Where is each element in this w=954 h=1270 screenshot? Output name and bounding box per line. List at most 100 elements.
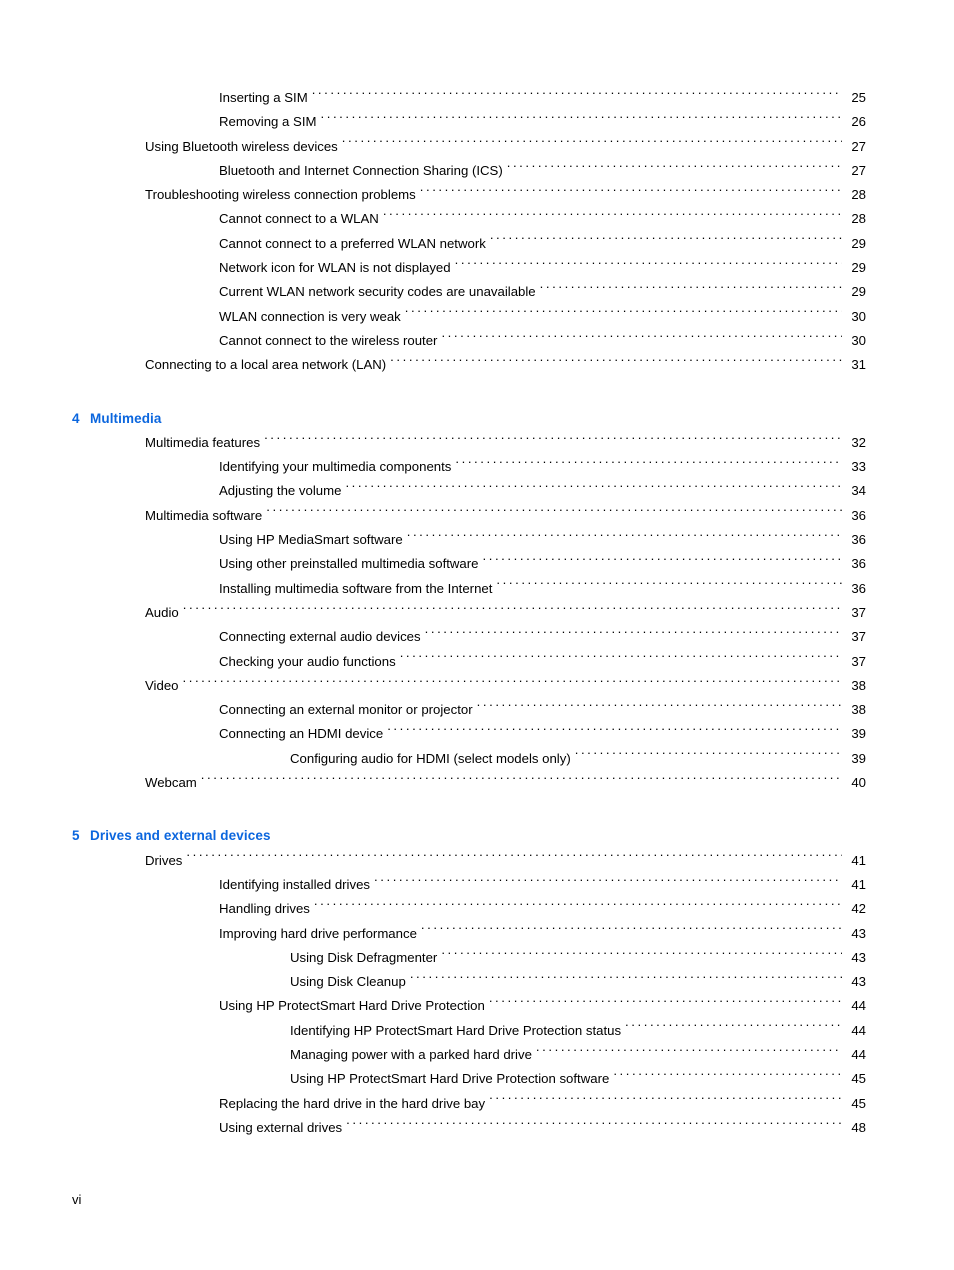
dot-leader (455, 259, 842, 272)
toc-entry[interactable]: Improving hard drive performance 43 (72, 922, 866, 946)
toc-entry[interactable]: Current WLAN network security codes are … (72, 280, 866, 304)
toc-entry-page-number: 43 (851, 949, 866, 965)
dot-leader (201, 774, 842, 787)
toc-entry[interactable]: Replacing the hard drive in the hard dri… (72, 1092, 866, 1116)
toc-entry[interactable]: Connecting an external monitor or projec… (72, 698, 866, 722)
dot-leader (507, 162, 842, 175)
toc-entry-title: Identifying your multimedia components (219, 459, 452, 475)
toc-entry-page-number: 48 (851, 1119, 866, 1135)
toc-entry[interactable]: Webcam 40 (72, 771, 866, 795)
toc-entry-page-number: 45 (851, 1071, 866, 1087)
dot-leader (477, 701, 842, 714)
toc-entry[interactable]: Video 38 (72, 674, 866, 698)
toc-entry[interactable]: Using Bluetooth wireless devices 27 (72, 135, 866, 159)
toc-entry-title: Connecting an external monitor or projec… (219, 702, 473, 718)
toc-entry[interactable]: Inserting a SIM 25 (72, 86, 866, 110)
toc-entry-title: Improving hard drive performance (219, 925, 417, 941)
dot-leader (342, 137, 842, 150)
toc-entry-page-number: 31 (851, 357, 866, 373)
toc-entry[interactable]: Network icon for WLAN is not displayed 29 (72, 256, 866, 280)
toc-entry-title: Cannot connect to a preferred WLAN netwo… (219, 235, 486, 251)
toc-entry[interactable]: Cannot connect to the wireless router 30 (72, 329, 866, 353)
toc-entry[interactable]: Cannot connect to a preferred WLAN netwo… (72, 232, 866, 256)
toc-entry[interactable]: Identifying HP ProtectSmart Hard Drive P… (72, 1019, 866, 1043)
toc-entry[interactable]: Managing power with a parked hard drive 4… (72, 1043, 866, 1067)
toc-entry[interactable]: Connecting to a local area network (LAN)… (72, 353, 866, 377)
toc-entry[interactable]: Cannot connect to a WLAN 28 (72, 207, 866, 231)
toc-entry-page-number: 38 (851, 702, 866, 718)
toc-entry[interactable]: Removing a SIM 26 (72, 110, 866, 134)
toc-entry-page-number: 36 (851, 507, 866, 523)
toc-entry-title: Cannot connect to a WLAN (219, 211, 379, 227)
dot-leader (183, 604, 842, 617)
toc-entry-title: Drives (145, 852, 183, 868)
toc-entry-page-number: 42 (851, 901, 866, 917)
toc-entry[interactable]: Using HP ProtectSmart Hard Drive Protect… (72, 994, 866, 1018)
toc-entry-title: Installing multimedia software from the … (219, 580, 493, 596)
toc-entry-page-number: 32 (851, 434, 866, 450)
toc-entry[interactable]: Connecting external audio devices 37 (72, 625, 866, 649)
toc-entry-page-number: 39 (851, 726, 866, 742)
toc-entry-page-number: 40 (851, 775, 866, 791)
toc-entry-page-number: 26 (851, 114, 866, 130)
toc-entry-page-number: 30 (851, 332, 866, 348)
dot-leader (387, 725, 842, 738)
toc-entry-page-number: 37 (851, 653, 866, 669)
toc-entry[interactable]: Configuring audio for HDMI (select model… (72, 747, 866, 771)
toc-entry[interactable]: Identifying your multimedia components 33 (72, 455, 866, 479)
toc-entry[interactable]: Checking your audio functions 37 (72, 650, 866, 674)
dot-leader (183, 677, 843, 690)
dot-leader (441, 949, 842, 962)
toc-entry[interactable]: Using external drives 48 (72, 1116, 866, 1140)
chapter-number: 5 (72, 828, 84, 844)
toc-entry[interactable]: Drives 41 (72, 849, 866, 873)
toc-entry[interactable]: Multimedia software 36 (72, 504, 866, 528)
dot-leader (490, 235, 842, 248)
page-number-folio: vi (72, 1192, 82, 1207)
toc-entry-page-number: 44 (851, 1022, 866, 1038)
dot-leader (482, 555, 842, 568)
chapter-heading[interactable]: 5 Drives and external devices (72, 824, 866, 848)
toc-entry-title: Troubleshooting wireless connection prob… (145, 187, 416, 203)
toc-entry-title: Multimedia software (145, 507, 263, 523)
toc-entry[interactable]: Multimedia features 32 (72, 431, 866, 455)
toc-entry[interactable]: Using Disk Cleanup 43 (72, 970, 866, 994)
dot-leader (421, 924, 842, 937)
toc-entry-title: Using HP MediaSmart software (219, 532, 403, 548)
toc-entry[interactable]: Using Disk Defragmenter 43 (72, 946, 866, 970)
toc-entry-page-number: 25 (851, 90, 866, 105)
toc-entry[interactable]: Audio 37 (72, 601, 866, 625)
chapter-title: Multimedia (90, 410, 162, 426)
dot-leader (314, 900, 842, 913)
toc-entry[interactable]: Connecting an HDMI device 39 (72, 722, 866, 746)
dot-leader (390, 356, 842, 369)
toc-entry-page-number: 37 (851, 629, 866, 645)
toc-entry[interactable]: WLAN connection is very weak 30 (72, 305, 866, 329)
toc-entry[interactable]: Installing multimedia software from the … (72, 577, 866, 601)
toc-entry-title: Video (145, 677, 179, 693)
toc-entry[interactable]: Adjusting the volume 34 (72, 479, 866, 503)
toc-entry-page-number: 39 (851, 750, 866, 766)
toc-entry-page-number: 36 (851, 532, 866, 548)
dot-leader (264, 434, 842, 447)
toc-entry-title: WLAN connection is very weak (219, 308, 401, 324)
chapter-heading[interactable]: 4 Multimedia (72, 407, 866, 431)
toc-entry[interactable]: Handling drives 42 (72, 897, 866, 921)
toc-entry[interactable]: Troubleshooting wireless connection prob… (72, 183, 866, 207)
toc-entry-title: Adjusting the volume (219, 483, 342, 499)
toc-entry[interactable]: Using other preinstalled multimedia soft… (72, 552, 866, 576)
toc-entry-title: Replacing the hard drive in the hard dri… (219, 1095, 486, 1111)
toc-entry[interactable]: Identifying installed drives 41 (72, 873, 866, 897)
toc-entry[interactable]: Using HP ProtectSmart Hard Drive Protect… (72, 1067, 866, 1091)
toc-entry-page-number: 45 (851, 1095, 866, 1111)
toc-entry-page-number: 27 (851, 162, 866, 178)
toc-entry[interactable]: Using HP MediaSmart software 36 (72, 528, 866, 552)
chapter-title: Drives and external devices (90, 828, 271, 844)
dot-leader (625, 1022, 842, 1035)
toc-entry-page-number: 44 (851, 998, 866, 1014)
dot-leader (266, 507, 842, 520)
toc-entry[interactable]: Bluetooth and Internet Connection Sharin… (72, 159, 866, 183)
dot-leader (345, 482, 842, 495)
dot-leader (489, 997, 842, 1010)
toc-entry-title: Managing power with a parked hard drive (290, 1046, 532, 1062)
